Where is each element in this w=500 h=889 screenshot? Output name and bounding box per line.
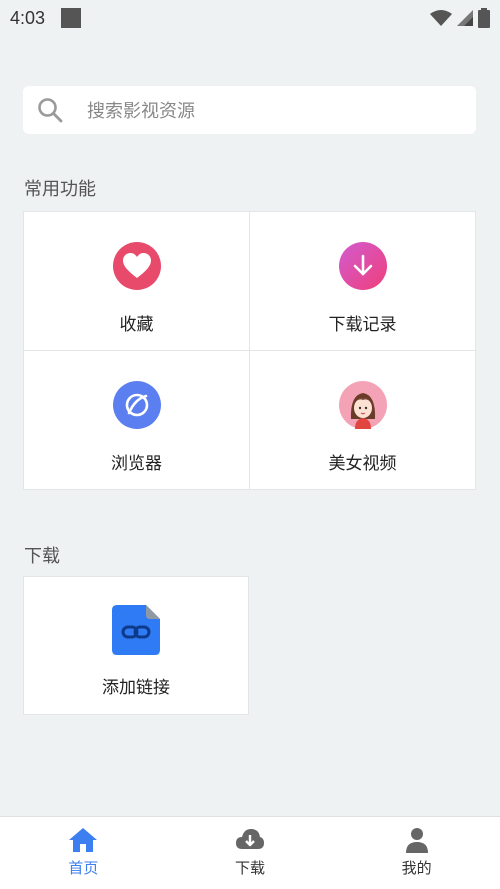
wifi-icon xyxy=(430,10,452,26)
nav-label: 首页 xyxy=(68,859,99,877)
feature-label: 浏览器 xyxy=(111,454,162,474)
feature-girl-videos[interactable]: 美女视频 xyxy=(250,381,475,474)
notification-icon xyxy=(61,8,82,28)
feature-grid: 收藏 下载记录 浏览器 美女视频 xyxy=(23,211,476,490)
feature-favorites[interactable]: 收藏 xyxy=(24,242,249,335)
bottom-nav: 首页 下载 我的 xyxy=(0,816,500,889)
cloud-download-icon xyxy=(236,829,264,849)
signal-icon xyxy=(457,10,473,26)
status-bar: 4:03 xyxy=(0,0,500,36)
feature-label: 收藏 xyxy=(119,315,154,335)
person-icon xyxy=(405,828,428,853)
search-input[interactable]: 搜索影视资源 xyxy=(87,97,195,123)
home-icon xyxy=(69,828,98,852)
nav-home[interactable]: 首页 xyxy=(0,817,167,889)
link-file-icon xyxy=(112,605,160,655)
add-link-label: 添加链接 xyxy=(102,678,170,698)
search-bar[interactable]: 搜索影视资源 xyxy=(23,86,476,134)
nav-label: 下载 xyxy=(235,859,266,877)
nav-download[interactable]: 下载 xyxy=(167,817,334,889)
status-time: 4:03 xyxy=(10,7,46,28)
download-icon xyxy=(338,242,387,290)
download-grid: 添加链接 xyxy=(23,576,249,715)
section-title-common: 常用功能 xyxy=(24,179,96,200)
search-icon xyxy=(38,98,63,123)
nav-profile[interactable]: 我的 xyxy=(333,817,500,889)
feature-label: 美女视频 xyxy=(328,454,397,474)
heart-icon xyxy=(112,242,161,290)
battery-icon xyxy=(478,8,490,28)
add-link-button[interactable]: 添加链接 xyxy=(24,605,248,698)
nav-label: 我的 xyxy=(401,859,432,877)
feature-download-history[interactable]: 下载记录 xyxy=(250,242,475,335)
status-indicators xyxy=(430,8,490,28)
feature-browser[interactable]: 浏览器 xyxy=(24,381,249,474)
feature-label: 下载记录 xyxy=(328,315,397,335)
section-title-download: 下载 xyxy=(24,546,60,567)
browser-icon xyxy=(112,381,161,429)
girl-avatar-icon xyxy=(338,381,387,429)
